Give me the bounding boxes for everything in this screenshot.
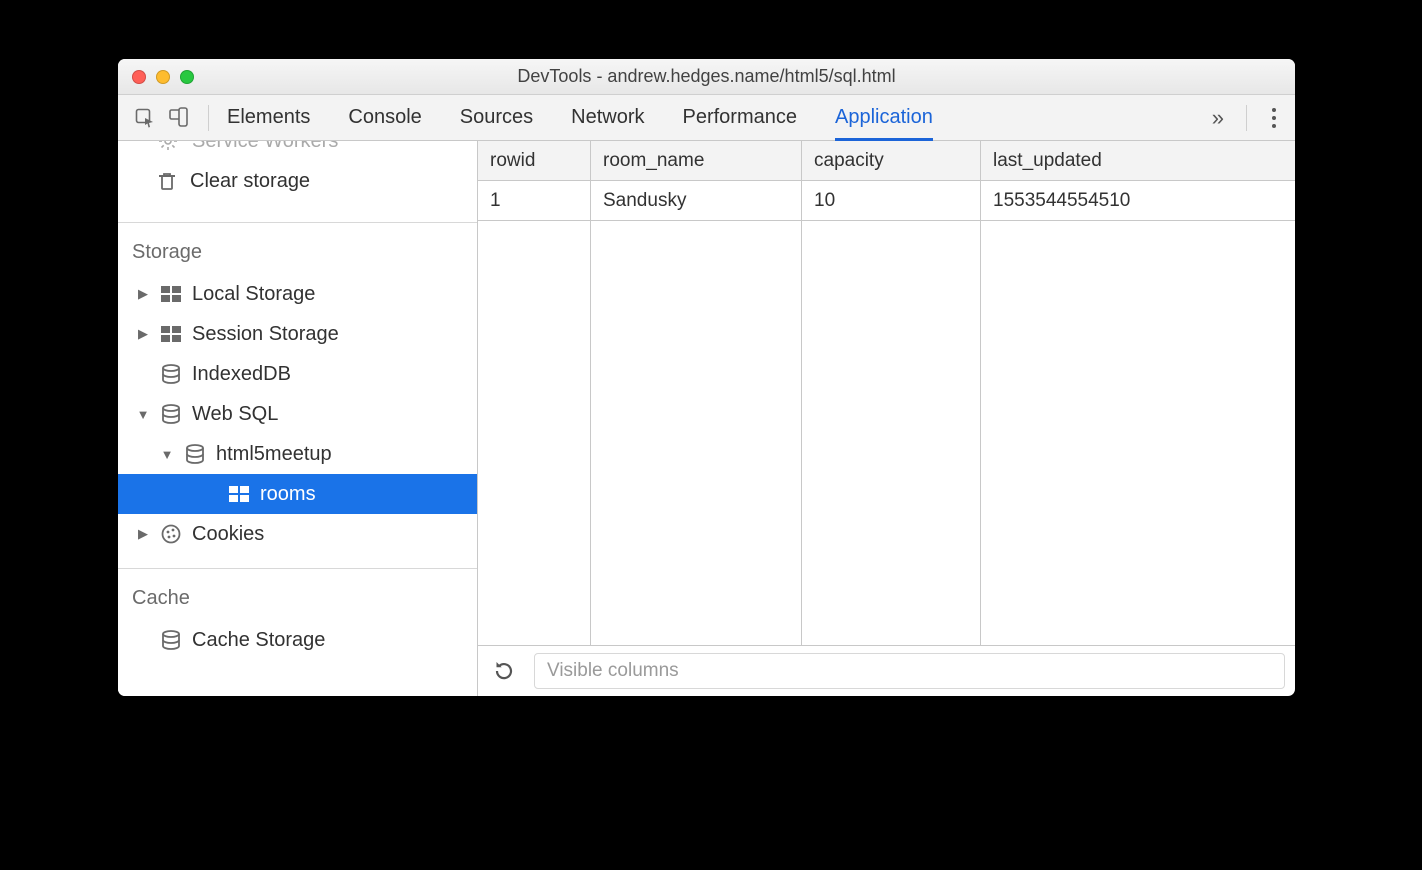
sidebar-item-label: Local Storage [192,283,315,306]
sidebar-item-label: html5meetup [216,443,332,466]
sidebar-item-label: Web SQL [192,403,278,426]
chevron-down-icon: ▼ [160,447,174,462]
table-empty-area [478,221,590,645]
table-header-rowid[interactable]: rowid [478,141,590,181]
sidebar-item-html5meetup[interactable]: ▼ html5meetup [118,434,477,474]
visible-columns-input[interactable] [534,653,1285,689]
table-empty-area [591,221,801,645]
refresh-icon[interactable] [488,655,520,687]
sidebar-item-label: Cookies [192,523,264,546]
window-titlebar: DevTools - andrew.hedges.name/html5/sql.… [118,59,1295,95]
database-icon [160,364,182,384]
toolbar-separator [1246,105,1247,131]
sidebar-item-service-workers[interactable]: Service Workers [118,141,477,161]
tab-elements[interactable]: Elements [227,95,310,140]
table-cell[interactable]: 1 [478,181,590,221]
data-table: rowid 1 room_name Sandusky capacity 10 l… [478,141,1295,646]
sidebar-item-web-sql[interactable]: ▼ Web SQL [118,394,477,434]
chevron-right-icon: ▶ [136,286,150,302]
chevron-down-icon: ▼ [136,407,150,422]
cache-tree: Cache Storage [118,620,477,660]
sidebar-item-label: Session Storage [192,323,339,346]
table-empty-area [802,221,980,645]
tab-sources[interactable]: Sources [460,95,533,140]
sidebar-section-cache: Cache [118,569,477,620]
sidebar-item-label: IndexedDB [192,363,291,386]
table-header-last-updated[interactable]: last_updated [981,141,1295,181]
cookie-icon [160,524,182,544]
sidebar-item-indexeddb[interactable]: IndexedDB [118,354,477,394]
tab-performance[interactable]: Performance [683,95,798,140]
device-toolbar-icon[interactable] [162,101,196,135]
table-header-room-name[interactable]: room_name [591,141,801,181]
table-column: rowid 1 [478,141,591,645]
inspect-element-icon[interactable] [128,101,162,135]
table-cell[interactable]: 1553544554510 [981,181,1295,221]
table-cell[interactable]: 10 [802,181,980,221]
database-icon [160,630,182,650]
tab-application[interactable]: Application [835,95,933,140]
tab-network[interactable]: Network [571,95,644,140]
grid-icon [228,486,250,502]
sidebar-section-storage: Storage [118,223,477,274]
table-column: capacity 10 [802,141,981,645]
application-sidebar: Service Workers Clear storage Storage ▶ … [118,141,478,696]
tab-console[interactable]: Console [348,95,421,140]
panel-body: Service Workers Clear storage Storage ▶ … [118,141,1295,696]
devtools-toolbar: Elements Console Sources Network Perform… [118,95,1295,141]
chevron-right-icon: ▶ [136,326,150,342]
chevron-right-icon: ▶ [136,526,150,542]
trash-icon [158,171,176,191]
sidebar-item-cache-storage[interactable]: Cache Storage [118,620,477,660]
sidebar-item-label: rooms [260,483,316,506]
table-footer [478,646,1295,696]
zoom-window-button[interactable] [180,70,194,84]
sidebar-truncated-section: Service Workers Clear storage [118,141,477,223]
devtools-window: DevTools - andrew.hedges.name/html5/sql.… [118,59,1295,696]
more-tabs-icon[interactable]: » [1202,105,1234,131]
table-empty-area [981,221,1295,645]
table-header-capacity[interactable]: capacity [802,141,980,181]
toolbar-separator [208,105,209,131]
sidebar-item-rooms[interactable]: rooms [118,474,477,514]
close-window-button[interactable] [132,70,146,84]
database-icon [184,444,206,464]
panel-tabs: Elements Console Sources Network Perform… [227,95,933,140]
window-controls [118,70,208,84]
database-icon [160,404,182,424]
window-title: DevTools - andrew.hedges.name/html5/sql.… [118,66,1295,87]
sidebar-item-cookies[interactable]: ▶ Cookies [118,514,477,554]
sidebar-item-local-storage[interactable]: ▶ Local Storage [118,274,477,314]
kebab-menu-icon[interactable] [1259,108,1289,128]
gear-icon [158,141,178,151]
sidebar-item-label: Clear storage [190,170,310,193]
table-viewer: rowid 1 room_name Sandusky capacity 10 l… [478,141,1295,696]
table-cell[interactable]: Sandusky [591,181,801,221]
sidebar-item-clear-storage[interactable]: Clear storage [118,161,477,201]
grid-icon [160,286,182,302]
table-column: last_updated 1553544554510 [981,141,1295,645]
sidebar-item-session-storage[interactable]: ▶ Session Storage [118,314,477,354]
sidebar-item-label: Service Workers [192,141,338,153]
table-column: room_name Sandusky [591,141,802,645]
storage-tree: ▶ Local Storage ▶ Session Storage [118,274,477,554]
minimize-window-button[interactable] [156,70,170,84]
grid-icon [160,326,182,342]
sidebar-item-label: Cache Storage [192,629,325,652]
